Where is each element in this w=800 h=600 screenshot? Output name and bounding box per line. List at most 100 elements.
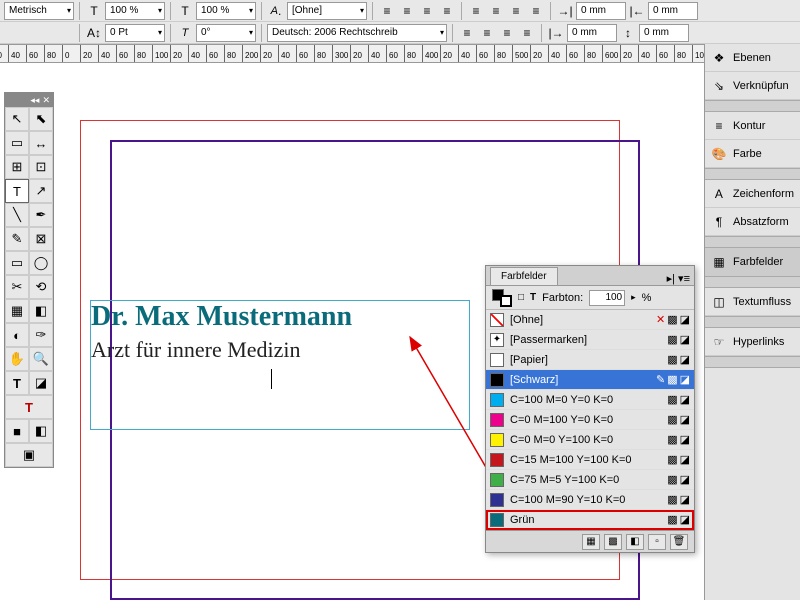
page-tool[interactable]: ▭ (5, 131, 29, 155)
align-center-icon[interactable]: ≡ (398, 2, 416, 20)
baseline-dropdown[interactable]: 0 Pt (105, 24, 165, 42)
indent-right-input[interactable] (567, 24, 617, 42)
rotation-dropdown[interactable]: 0° (196, 24, 256, 42)
delete-swatch-button[interactable]: 🗑 (670, 534, 688, 550)
swatch-row[interactable]: [Ohne]✕▩◪ (486, 310, 694, 330)
ruler-tick: 80 (494, 45, 506, 62)
swatch-row[interactable]: C=100 M=90 Y=10 K=0▩◪ (486, 490, 694, 510)
format-text-icon[interactable]: T (530, 292, 536, 303)
panel-icon: ⇘ (711, 78, 727, 94)
ellipse-tool[interactable]: ◯ (29, 251, 53, 275)
ruler-tick: 60 (26, 45, 38, 62)
swatch-chip (490, 413, 504, 427)
apply-gradient[interactable]: ◧ (29, 419, 53, 443)
tint-input[interactable] (589, 290, 625, 306)
text-frame[interactable]: Dr. Max Mustermann Arzt für innere Mediz… (90, 300, 470, 430)
show-all-swatches-button[interactable]: ▦ (582, 534, 600, 550)
swatch-type-icon: ▩ (667, 373, 677, 386)
show-color-swatches-button[interactable]: ▩ (604, 534, 622, 550)
panel-tab-verknüpfun[interactable]: ⇘Verknüpfun (705, 72, 800, 100)
direct-selection-tool[interactable]: ⬉ (29, 107, 53, 131)
stroke-indicator[interactable]: ◪ (29, 371, 53, 395)
panel-tab-hyperlinks[interactable]: ☞Hyperlinks (705, 328, 800, 356)
align-top-icon[interactable]: ≡ (458, 24, 476, 42)
pen-tool[interactable]: ✒ (29, 203, 53, 227)
char-style-dropdown[interactable]: [Ohne] (287, 2, 367, 20)
panel-tab-farbe[interactable]: 🎨Farbe (705, 140, 800, 168)
align-bottom-icon[interactable]: ≡ (498, 24, 516, 42)
pencil-tool[interactable]: ✎ (5, 227, 29, 251)
gradient-feather-tool[interactable]: ◐ (5, 323, 29, 347)
type-on-path-tool[interactable]: ↗ (29, 179, 53, 203)
view-mode-toggle[interactable]: ▣ (5, 443, 53, 467)
line-tool[interactable]: ╲ (5, 203, 29, 227)
transform-tool[interactable]: ⟲ (29, 275, 53, 299)
panel-tab-zeichenform[interactable]: AZeichenform (705, 180, 800, 208)
content-tool[interactable]: ⊞ (5, 155, 29, 179)
format-text-toggle[interactable]: T (5, 395, 53, 419)
align-spine-icon[interactable]: ≡ (518, 24, 536, 42)
toolbox-header[interactable]: ◂◂✕ (5, 93, 53, 107)
rectangle-tool[interactable]: ▭ (5, 251, 29, 275)
doc-subtitle-text[interactable]: Arzt für innere Medizin (91, 337, 469, 363)
align-middle-icon[interactable]: ≡ (478, 24, 496, 42)
panel-tab-farbfelder[interactable]: ▦Farbfelder (705, 248, 800, 276)
panel-tab-textumfluss[interactable]: ◫Textumfluss (705, 288, 800, 316)
swatch-row[interactable]: C=100 M=0 Y=0 K=0▩◪ (486, 390, 694, 410)
panel-tab-kontur[interactable]: ≡Kontur (705, 112, 800, 140)
gap-tool[interactable]: ↔ (29, 131, 53, 155)
align-left-icon[interactable]: ≡ (378, 2, 396, 20)
swatch-row[interactable]: C=75 M=5 Y=100 K=0▩◪ (486, 470, 694, 490)
swatch-row[interactable]: Grün▩◪ (486, 510, 694, 530)
align-justify-right-icon[interactable]: ≡ (507, 2, 525, 20)
units-dropdown[interactable]: Metrisch (4, 2, 74, 20)
align-right-icon[interactable]: ≡ (418, 2, 436, 20)
swatches-tab[interactable]: Farbfelder (490, 267, 558, 285)
swatch-row[interactable]: [Papier]▩◪ (486, 350, 694, 370)
new-swatch-button[interactable]: ▫ (648, 534, 666, 550)
free-transform-tool[interactable]: ▦ (5, 299, 29, 323)
swatch-row[interactable]: [Schwarz]✎▩◪ (486, 370, 694, 390)
toolbox-collapse-icon[interactable]: ◂◂ (30, 95, 39, 106)
swatch-list[interactable]: [Ohne]✕▩◪[Passermarken]▩◪[Papier]▩◪[Schw… (486, 310, 694, 530)
show-gradient-swatches-button[interactable]: ◧ (626, 534, 644, 550)
panel-menu-icon[interactable]: ▸| (667, 272, 675, 285)
gradient-swatch-tool[interactable]: ◧ (29, 299, 53, 323)
panel-tab-ebenen[interactable]: ❖Ebenen (705, 44, 800, 72)
align-justify-icon[interactable]: ≡ (438, 2, 456, 20)
swatch-mode-icon: ◪ (680, 393, 690, 406)
panel-tab-absatzform[interactable]: ¶Absatzform (705, 208, 800, 236)
scissors-tool[interactable]: ✂ (5, 275, 29, 299)
rectangle-frame-tool[interactable]: ⊠ (29, 227, 53, 251)
format-container-icon[interactable]: □ (518, 292, 524, 303)
zoom-tool[interactable]: 🔍 (29, 347, 53, 371)
apply-color[interactable]: ■ (5, 419, 29, 443)
panel-options-icon[interactable]: ▾≡ (678, 272, 690, 285)
content-placer-tool[interactable]: ⊡ (29, 155, 53, 179)
swatch-row[interactable]: C=0 M=0 Y=100 K=0▩◪ (486, 430, 694, 450)
scale-h-dropdown[interactable]: 100 % (196, 2, 256, 20)
toolbox-close-icon[interactable]: ✕ (42, 95, 50, 106)
hand-tool[interactable]: ✋ (5, 347, 29, 371)
language-dropdown[interactable]: Deutsch: 2006 Rechtschreib (267, 24, 447, 42)
align-justify-center-icon[interactable]: ≡ (487, 2, 505, 20)
swatch-row[interactable]: C=0 M=100 Y=0 K=0▩◪ (486, 410, 694, 430)
indent-left-input[interactable] (576, 2, 626, 20)
space-before-input[interactable] (639, 24, 689, 42)
selection-tool[interactable]: ↖ (5, 107, 29, 131)
fill-indicator[interactable]: T (5, 371, 29, 395)
font-size-1-dropdown[interactable]: 100 % (105, 2, 165, 20)
doc-heading-text[interactable]: Dr. Max Mustermann (91, 301, 469, 333)
swatch-row[interactable]: C=15 M=100 Y=100 K=0▩◪ (486, 450, 694, 470)
indent-left-icon: →| (556, 2, 574, 20)
eyedropper-tool[interactable]: ✑ (29, 323, 53, 347)
horizontal-ruler[interactable]: 2040608002040608010020406080200204060803… (0, 45, 800, 63)
swatch-type-icon: ▩ (667, 453, 677, 466)
align-justify-full-icon[interactable]: ≡ (527, 2, 545, 20)
fill-stroke-indicator[interactable] (492, 289, 512, 307)
type-tool[interactable]: T (5, 179, 29, 203)
indent-firstline-input[interactable] (648, 2, 698, 20)
swatch-row[interactable]: [Passermarken]▩◪ (486, 330, 694, 350)
panel-icon: ❖ (711, 50, 727, 66)
align-justify-left-icon[interactable]: ≡ (467, 2, 485, 20)
